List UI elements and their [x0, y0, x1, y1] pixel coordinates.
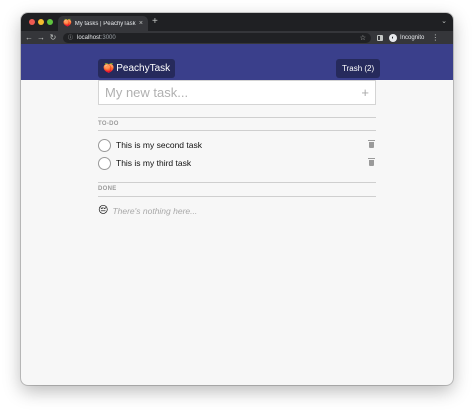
task-label[interactable]: This is my second task — [116, 140, 369, 150]
peach-icon: 🍑 — [63, 20, 72, 27]
browser-tab[interactable]: 🍑 My tasks | PeachyTask × — [58, 16, 148, 31]
todo-section-title: TO-DO — [98, 121, 119, 127]
empty-state: 😔 There's nothing here... — [98, 205, 197, 216]
empty-state-text: There's nothing here... — [112, 205, 198, 216]
trash-icon[interactable] — [368, 140, 375, 148]
forward-button[interactable]: → — [35, 31, 47, 44]
tab-strip: 🍑 My tasks | PeachyTask × + ⌄ — [21, 13, 453, 31]
close-tab-icon[interactable]: × — [139, 20, 143, 27]
task-item: This is my third task — [98, 154, 376, 172]
url-host: localhost — [77, 34, 101, 41]
task-item: This is my second task — [98, 136, 376, 154]
maximize-window-button[interactable] — [47, 19, 53, 25]
task-label[interactable]: This is my third task — [116, 158, 369, 168]
sad-face-icon: 😔 — [98, 205, 109, 216]
side-panel-icon[interactable] — [377, 34, 383, 41]
bookmark-star-icon[interactable]: ☆ — [360, 34, 366, 42]
incognito-label[interactable]: Incognito — [400, 35, 424, 41]
close-window-button[interactable] — [29, 19, 35, 25]
divider — [98, 130, 376, 131]
site-info-icon[interactable]: ⓘ — [68, 34, 73, 41]
divider — [98, 196, 376, 197]
trash-icon[interactable] — [368, 158, 375, 166]
divider — [98, 117, 376, 118]
task-checkbox[interactable] — [98, 138, 111, 152]
divider — [98, 182, 376, 183]
url-port: :3000 — [100, 34, 116, 41]
trash-button[interactable]: Trash (2) — [336, 59, 381, 78]
minimize-window-button[interactable] — [38, 19, 44, 25]
new-task-field[interactable]: + — [98, 80, 376, 105]
new-tab-button[interactable]: + — [152, 16, 158, 28]
reload-button[interactable]: ↻ — [47, 31, 59, 44]
more-menu-icon[interactable]: ⋮ — [431, 33, 439, 42]
app-header: 🍑 PeachyTask Trash (2) — [21, 44, 453, 80]
brand-name: PeachyTask — [116, 63, 171, 74]
tab-title: My tasks | PeachyTask — [74, 20, 136, 27]
task-checkbox[interactable] — [98, 156, 111, 170]
address-bar[interactable]: ⓘ localhost:3000 ☆ — [63, 32, 371, 43]
back-button[interactable]: ← — [23, 31, 35, 44]
done-section-title: DONE — [98, 186, 117, 192]
brand-logo[interactable]: 🍑 PeachyTask — [98, 59, 176, 78]
tab-search-icon[interactable]: ⌄ — [441, 17, 447, 25]
browser-window: 🍑 My tasks | PeachyTask × + ⌄ ← → ↻ ⓘ lo… — [21, 13, 453, 385]
incognito-icon[interactable]: ◐ — [389, 33, 397, 42]
peach-icon: 🍑 — [103, 63, 115, 73]
add-task-icon[interactable]: + — [361, 85, 369, 100]
browser-toolbar: ← → ↻ ⓘ localhost:3000 ☆ ◐ Incognito ⋮ — [21, 31, 453, 44]
new-task-input[interactable] — [105, 85, 362, 100]
